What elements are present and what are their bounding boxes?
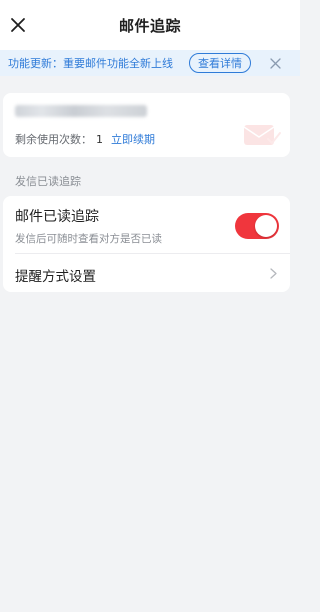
read-tracking-toggle[interactable] [235,213,279,239]
close-icon [11,18,25,32]
banner-close-button[interactable] [268,56,282,70]
page-title: 邮件追踪 [118,16,181,35]
toggle-knob [255,215,277,237]
read-tracking-row: 邮件已读追踪 发信后可随时查看对方是否已读 [3,196,290,253]
reminder-settings-row[interactable]: 提醒方式设置 [3,254,290,292]
close-button[interactable] [6,13,30,37]
usage-card: 剩余使用次数： 1 立即续期 [3,93,290,157]
banner-text: 功能更新：重要邮件功能全新上线 [8,57,173,70]
reminder-settings-label: 提醒方式设置 [15,269,96,285]
feature-update-banner: 功能更新：重要邮件功能全新上线 查看详情 [0,50,300,76]
remaining-usage-count: 1 [96,133,103,146]
remaining-usage-line: 剩余使用次数： 1 立即续期 [15,131,155,147]
mail-tracking-page: 邮件追踪 功能更新：重要邮件功能全新上线 查看详情 剩余使用次数： 1 立即续期 发… [0,0,300,612]
chevron-right-icon [268,267,278,279]
remaining-usage-label: 剩余使用次数： [15,133,92,146]
read-tracking-title: 邮件已读追踪 [15,209,99,225]
close-icon [269,57,281,69]
account-address-redacted [15,105,147,117]
read-tracking-subtitle: 发信后可随时查看对方是否已读 [15,233,162,245]
settings-card: 邮件已读追踪 发信后可随时查看对方是否已读 提醒方式设置 [3,196,290,292]
envelope-decoration-icon [243,125,281,145]
section-label: 发信已读追踪 [15,175,81,188]
view-details-button[interactable]: 查看详情 [189,53,251,73]
top-bar: 邮件追踪 [0,0,300,50]
renew-link[interactable]: 立即续期 [111,133,155,146]
